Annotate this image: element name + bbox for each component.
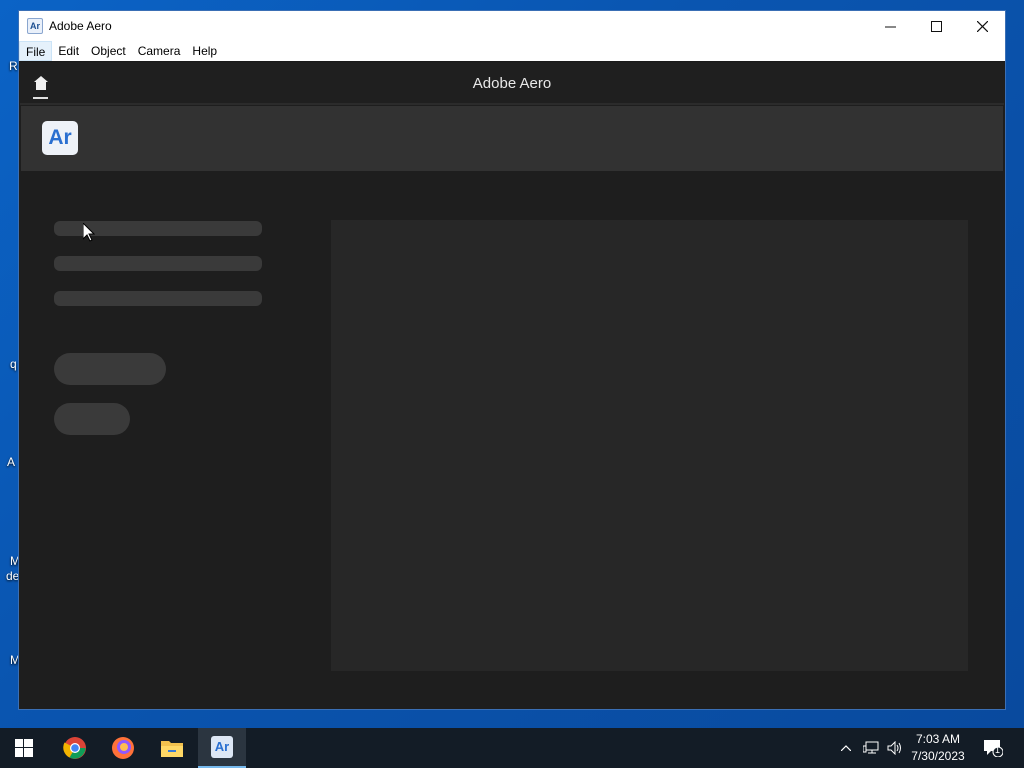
- minimize-icon: [884, 26, 896, 27]
- minimize-button[interactable]: [867, 11, 913, 41]
- menu-file[interactable]: File: [19, 41, 53, 61]
- close-button[interactable]: [959, 11, 1005, 41]
- notification-center-button[interactable]: 1: [978, 728, 1008, 768]
- windows-start-icon: [15, 739, 33, 757]
- skeleton-button: [54, 403, 130, 435]
- start-button[interactable]: [0, 728, 48, 768]
- firefox-icon: [112, 737, 134, 759]
- taskbar: Ar 7:03 AM 7/30/2023 1: [0, 728, 1024, 768]
- chevron-up-icon: [841, 745, 851, 751]
- taskbar-adobe-aero[interactable]: Ar: [198, 728, 246, 768]
- user-banner: Ar: [21, 106, 1003, 171]
- taskbar-firefox[interactable]: [99, 728, 147, 768]
- network-button[interactable]: [860, 728, 882, 768]
- speaker-icon: [887, 741, 901, 755]
- skeleton-line: [54, 256, 262, 271]
- volume-button[interactable]: [884, 728, 906, 768]
- menu-object[interactable]: Object: [85, 41, 132, 61]
- taskbar-chrome[interactable]: [51, 728, 99, 768]
- app-header-title: Adobe Aero: [472, 75, 552, 92]
- desktop-icon-label[interactable]: A: [7, 455, 15, 469]
- notification-count: 1: [995, 745, 1001, 755]
- network-icon: [863, 741, 879, 754]
- adobe-aero-icon: Ar: [211, 736, 233, 758]
- file-explorer-icon: [161, 741, 183, 757]
- menu-help[interactable]: Help: [186, 41, 223, 61]
- maximize-icon: [930, 20, 942, 32]
- skeleton-preview-panel: [331, 220, 968, 671]
- desktop-icon-label[interactable]: q: [10, 357, 17, 371]
- menu-camera[interactable]: Camera: [132, 41, 187, 61]
- loading-content: [20, 171, 1004, 709]
- clock-date: 7/30/2023: [911, 749, 965, 763]
- home-active-indicator: [33, 97, 48, 99]
- window-controls: [867, 11, 1005, 41]
- app-header: Adobe Aero: [20, 63, 1004, 105]
- menu-bar: File Edit Object Camera Help: [19, 41, 1005, 62]
- skeleton-line: [54, 291, 262, 306]
- menu-edit[interactable]: Edit: [52, 41, 85, 61]
- window-title: Adobe Aero: [49, 19, 112, 33]
- mouse-cursor-icon: [83, 223, 95, 242]
- maximize-button[interactable]: [913, 11, 959, 41]
- desktop-icon-label[interactable]: R: [9, 59, 18, 73]
- tray-overflow-button[interactable]: [836, 728, 856, 768]
- clock[interactable]: 7:03 AM 7/30/2023: [906, 731, 970, 765]
- skeleton-button: [54, 353, 166, 385]
- app-window: Ar Adobe Aero File Edit Object Camera He…: [18, 10, 1006, 710]
- aero-logo: Ar: [42, 121, 78, 155]
- taskbar-file-explorer[interactable]: [148, 728, 196, 768]
- clock-time: 7:03 AM: [915, 732, 961, 746]
- app-icon: Ar: [27, 18, 43, 34]
- close-icon: [976, 20, 988, 32]
- title-bar[interactable]: Ar Adobe Aero: [19, 11, 1005, 41]
- chrome-icon: [63, 737, 86, 759]
